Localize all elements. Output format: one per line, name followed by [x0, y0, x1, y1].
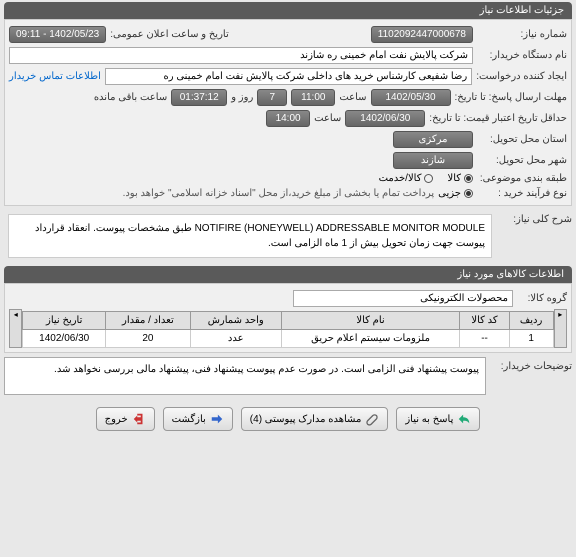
- reply-date: 1402/05/30: [371, 89, 451, 106]
- footer-buttons: پاسخ به نیاز مشاهده مدارک پیوستی (4) باز…: [0, 399, 576, 439]
- items-table: ردیف کد کالا نام کالا واحد شمارش تعداد /…: [22, 311, 553, 348]
- buyer-notes-label: توضیحات خریدار:: [492, 357, 572, 372]
- info-panel: شماره نیاز: 1102092447000678 تاریخ و ساع…: [4, 19, 572, 206]
- delivery-prov: مرکزی: [393, 131, 473, 148]
- reply-button[interactable]: پاسخ به نیاز: [396, 407, 480, 431]
- purchase-radio-group: جزیی: [438, 188, 473, 199]
- countdown: 01:37:12: [171, 89, 227, 106]
- desc-text: NOTIFIRE (HONEYWELL) ADDRESSABLE MONITOR…: [8, 214, 492, 258]
- radio-service[interactable]: [424, 174, 433, 183]
- requester-label: ایجاد کننده درخواست:: [476, 71, 567, 82]
- reply-icon: [457, 412, 471, 426]
- reply-time: 11:00: [291, 89, 335, 106]
- purchase-type-label: نوع فرآیند خرید :: [477, 188, 567, 199]
- exit-button-label: خروج: [105, 414, 128, 425]
- delivery-prov-label: استان محل تحویل:: [477, 134, 567, 145]
- group-label: گروه کالا:: [517, 293, 567, 304]
- delivery-city-label: شهر محل تحویل:: [477, 155, 567, 166]
- radio-kala[interactable]: [464, 174, 473, 183]
- budget-service-label: کالا/خدمت: [379, 173, 422, 184]
- cell-unit: عدد: [190, 330, 281, 348]
- col-unit: واحد شمارش: [190, 312, 281, 330]
- need-no-value: 1102092447000678: [371, 26, 473, 43]
- remain-label: ساعت باقی مانده: [94, 92, 167, 103]
- cell-name: ملزومات سیستم اعلام حریق: [281, 330, 460, 348]
- budget-label: طبقه بندی موضوعی:: [477, 173, 567, 184]
- purchase-note: پرداخت تمام یا بخشی از مبلغ خرید،از محل …: [123, 188, 435, 199]
- col-code: کد کالا: [460, 312, 509, 330]
- scroll-right-button[interactable]: ▸: [554, 309, 567, 348]
- main-header: جزئیات اطلاعات نیاز: [4, 2, 572, 19]
- cell-qty: 20: [106, 330, 191, 348]
- contact-link[interactable]: اطلاعات تماس خریدار: [9, 71, 101, 82]
- exit-icon: [132, 412, 146, 426]
- radio-partial[interactable]: [464, 189, 473, 198]
- paperclip-icon: [365, 412, 379, 426]
- buyer-label: نام دستگاه خریدار:: [477, 50, 567, 61]
- price-time: 14:00: [266, 110, 310, 127]
- purchase-partial-label: جزیی: [438, 188, 461, 199]
- buyer-value: شرکت پالایش نفت امام خمینی ره شازند: [9, 47, 473, 64]
- cell-date: 1402/06/30: [23, 330, 106, 348]
- col-row: ردیف: [509, 312, 553, 330]
- reply-deadline-label: مهلت ارسال پاسخ: تا تاریخ:: [455, 92, 567, 103]
- cell-code: --: [460, 330, 509, 348]
- price-valid-label: حداقل تاریخ اعتبار قیمت: تا تاریخ:: [429, 113, 567, 124]
- budget-kala-label: کالا: [447, 173, 461, 184]
- back-button-label: بازگشت: [172, 414, 206, 425]
- scroll-left-button[interactable]: ◂: [9, 309, 22, 348]
- col-qty: تعداد / مقدار: [106, 312, 191, 330]
- requester-value: رضا شفیعی کارشناس خرید های داخلی شرکت پا…: [105, 68, 472, 85]
- reply-button-label: پاسخ به نیاز: [405, 414, 453, 425]
- attachments-button-label: مشاهده مدارک پیوستی (4): [250, 414, 362, 425]
- cell-r: 1: [509, 330, 553, 348]
- items-header: اطلاعات کالاهای مورد نیاز: [4, 266, 572, 283]
- back-button[interactable]: بازگشت: [163, 407, 233, 431]
- exit-button[interactable]: خروج: [96, 407, 155, 431]
- col-date: تاریخ نیاز: [23, 312, 106, 330]
- days-label: روز و: [231, 92, 253, 103]
- announce-label: تاریخ و ساعت اعلان عمومی:: [110, 29, 229, 40]
- col-name: نام کالا: [281, 312, 460, 330]
- back-icon: [210, 412, 224, 426]
- delivery-city: شازند: [393, 152, 473, 169]
- price-time-label: ساعت: [314, 113, 341, 124]
- announce-value: 1402/05/23 - 09:11: [9, 26, 106, 43]
- items-panel: گروه کالا: محصولات الکترونیکی ▸ ردیف کد …: [4, 283, 572, 353]
- budget-radio-group: کالا کالا/خدمت: [379, 173, 473, 184]
- need-no-label: شماره نیاز:: [477, 29, 567, 40]
- reply-time-label: ساعت: [339, 92, 366, 103]
- attachments-button[interactable]: مشاهده مدارک پیوستی (4): [241, 407, 389, 431]
- table-row[interactable]: 1 -- ملزومات سیستم اعلام حریق عدد 20 140…: [23, 330, 553, 348]
- desc-label: شرح کلی نیاز:: [502, 210, 572, 225]
- group-value: محصولات الکترونیکی: [293, 290, 513, 307]
- days-value: 7: [257, 89, 287, 106]
- price-date: 1402/06/30: [345, 110, 425, 127]
- buyer-notes-text: پیوست پیشنهاد فنی الزامی است. در صورت عد…: [4, 357, 486, 395]
